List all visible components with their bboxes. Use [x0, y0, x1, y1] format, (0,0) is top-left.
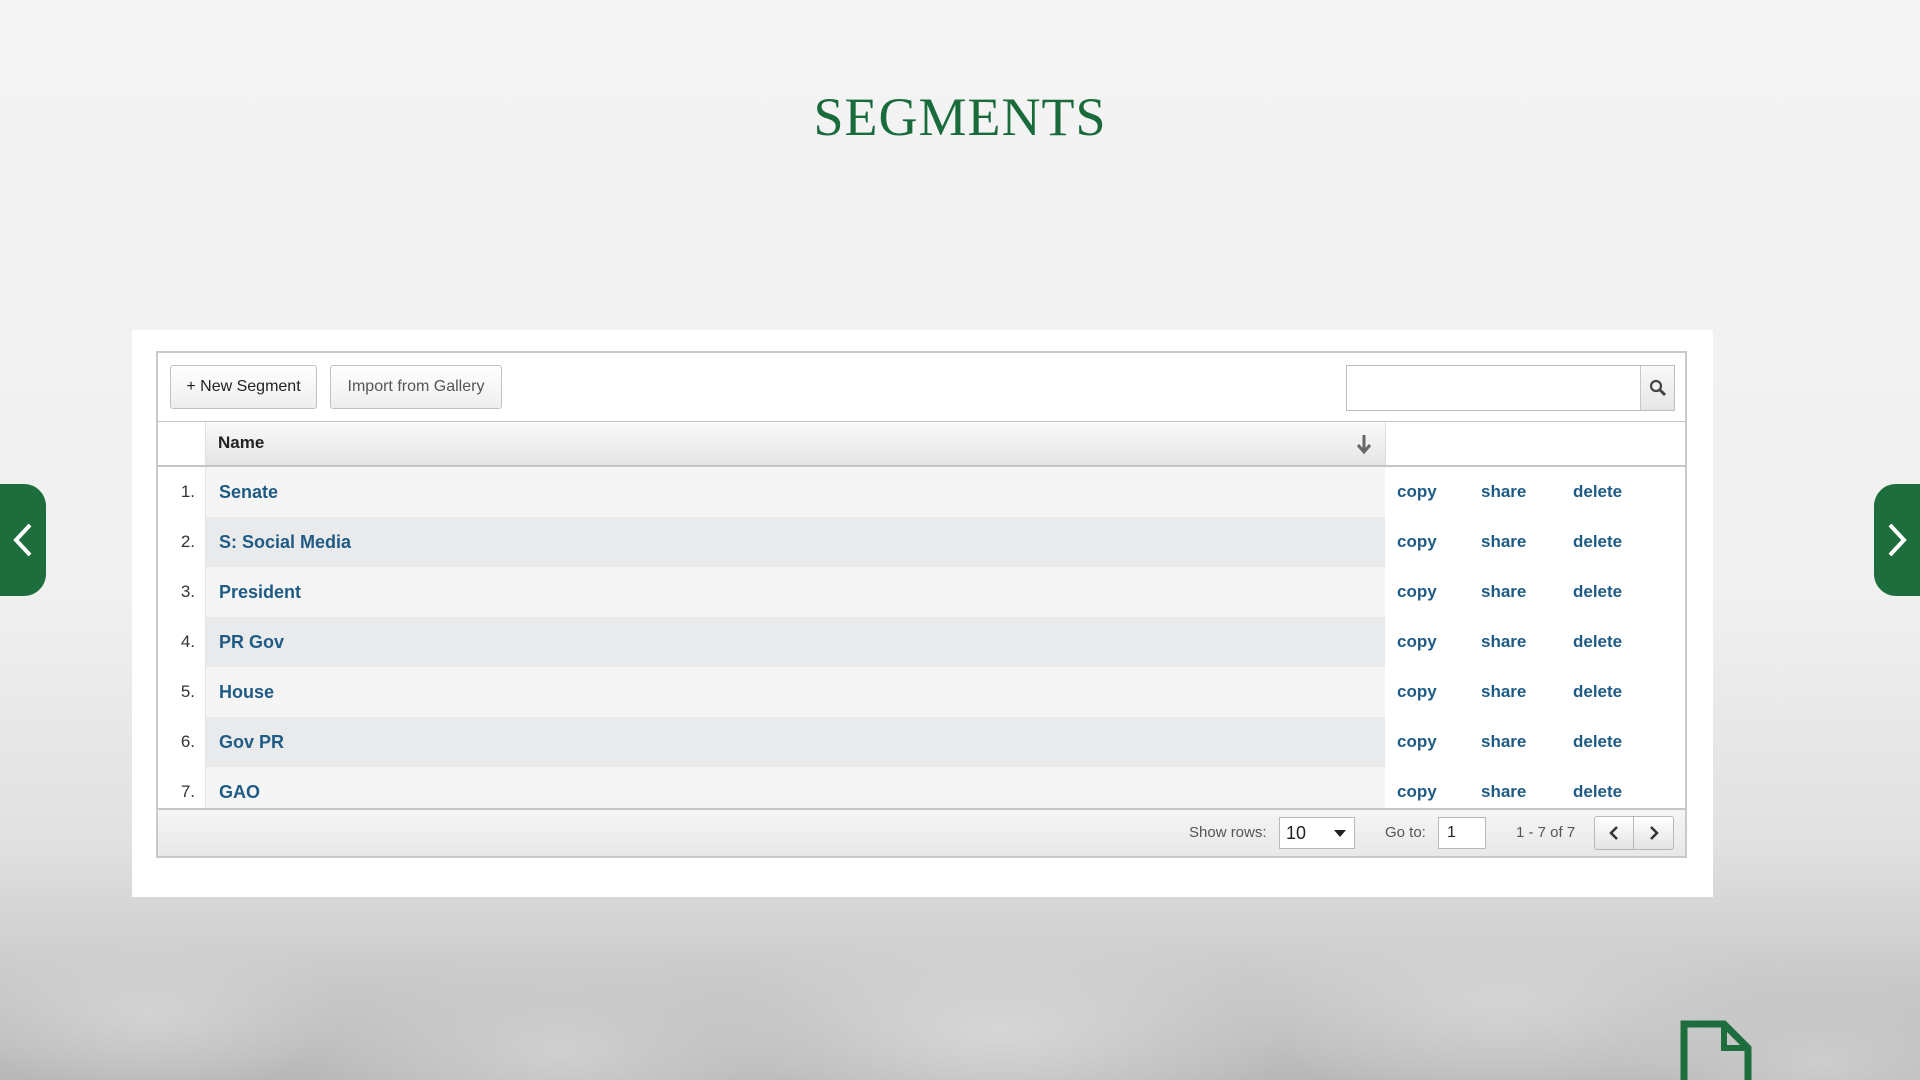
segment-name-cell: President: [206, 567, 1385, 617]
chevron-left-icon: [13, 523, 32, 557]
show-rows-label: Show rows:: [1189, 824, 1267, 841]
row-number: 2.: [158, 517, 206, 567]
table-row: 1. Senate copy share delete: [158, 467, 1685, 517]
share-link[interactable]: share: [1481, 567, 1526, 617]
row-number: 5.: [158, 667, 206, 717]
segment-link[interactable]: Senate: [219, 482, 278, 502]
delete-link[interactable]: delete: [1573, 517, 1622, 567]
row-number: 4.: [158, 617, 206, 667]
delete-link[interactable]: delete: [1573, 717, 1622, 767]
copy-link[interactable]: copy: [1397, 717, 1437, 767]
table-footer: Show rows: 10 Go to: 1 1 - 7 of 7: [158, 808, 1685, 856]
segment-name-cell: Senate: [206, 467, 1385, 517]
show-rows-select[interactable]: 10: [1279, 817, 1355, 849]
table-row: 6. Gov PR copy share delete: [158, 717, 1685, 767]
segments-table-frame: + New Segment Import from Gallery Name 1…: [156, 351, 1687, 858]
segment-link[interactable]: House: [219, 682, 274, 702]
table-header: Name: [158, 421, 1685, 467]
search-button[interactable]: [1640, 366, 1674, 410]
row-number: 3.: [158, 567, 206, 617]
share-link[interactable]: share: [1481, 517, 1526, 567]
copy-link[interactable]: copy: [1397, 517, 1437, 567]
goto-label: Go to:: [1385, 824, 1426, 841]
next-slide-button[interactable]: [1874, 484, 1920, 596]
segment-link[interactable]: Gov PR: [219, 732, 284, 752]
segment-link[interactable]: S: Social Media: [219, 532, 351, 552]
segment-name-cell: PR Gov: [206, 617, 1385, 667]
delete-link[interactable]: delete: [1573, 567, 1622, 617]
pagination-range: 1 - 7 of 7: [1516, 824, 1576, 841]
row-number: 6.: [158, 717, 206, 767]
import-from-gallery-button[interactable]: Import from Gallery: [330, 365, 502, 409]
search-input[interactable]: [1347, 366, 1637, 410]
table-row: 4. PR Gov copy share delete: [158, 617, 1685, 667]
goto-page-input[interactable]: 1: [1438, 817, 1486, 849]
delete-link[interactable]: delete: [1573, 617, 1622, 667]
slide-title: SEGMENTS: [813, 87, 1107, 147]
new-segment-button[interactable]: + New Segment: [170, 365, 317, 409]
next-page-button[interactable]: [1634, 816, 1674, 850]
row-actions: copy share delete: [1385, 467, 1685, 517]
magnifier-icon: [1649, 379, 1666, 397]
segments-toolbar: + New Segment Import from Gallery: [158, 353, 1685, 421]
screenshot-panel: + New Segment Import from Gallery Name 1…: [132, 330, 1713, 897]
name-column-header[interactable]: Name: [206, 422, 1385, 465]
copy-link[interactable]: copy: [1397, 617, 1437, 667]
share-link[interactable]: share: [1481, 467, 1526, 517]
previous-page-button[interactable]: [1594, 816, 1634, 850]
segment-link[interactable]: GAO: [219, 782, 260, 802]
copy-link[interactable]: copy: [1397, 467, 1437, 517]
delete-link[interactable]: delete: [1573, 467, 1622, 517]
chevron-right-icon: [1888, 523, 1907, 557]
segment-name-cell: House: [206, 667, 1385, 717]
dropdown-arrow-icon: [1334, 830, 1346, 837]
chevron-left-icon: [1609, 826, 1618, 840]
number-column-header: [158, 422, 206, 465]
segment-link[interactable]: President: [219, 582, 301, 602]
actions-column-header: [1385, 422, 1685, 465]
document-icon: [1680, 1020, 1752, 1080]
row-actions: copy share delete: [1385, 717, 1685, 767]
share-link[interactable]: share: [1481, 667, 1526, 717]
name-column-label: Name: [218, 433, 265, 452]
table-row: 2. S: Social Media copy share delete: [158, 517, 1685, 567]
row-actions: copy share delete: [1385, 667, 1685, 717]
sort-down-arrow-icon[interactable]: [1355, 433, 1373, 455]
row-number: 1.: [158, 467, 206, 517]
table-row: 3. President copy share delete: [158, 567, 1685, 617]
previous-slide-button[interactable]: [0, 484, 46, 596]
copy-link[interactable]: copy: [1397, 667, 1437, 717]
search-box: [1346, 365, 1675, 411]
show-rows-value: 10: [1286, 823, 1307, 843]
chevron-right-icon: [1649, 826, 1659, 840]
row-actions: copy share delete: [1385, 617, 1685, 667]
copy-link[interactable]: copy: [1397, 567, 1437, 617]
segment-name-cell: Gov PR: [206, 717, 1385, 767]
segment-name-cell: S: Social Media: [206, 517, 1385, 567]
row-actions: copy share delete: [1385, 567, 1685, 617]
row-actions: copy share delete: [1385, 517, 1685, 567]
delete-link[interactable]: delete: [1573, 667, 1622, 717]
share-link[interactable]: share: [1481, 717, 1526, 767]
share-link[interactable]: share: [1481, 617, 1526, 667]
table-row: 5. House copy share delete: [158, 667, 1685, 717]
segment-link[interactable]: PR Gov: [219, 632, 284, 652]
